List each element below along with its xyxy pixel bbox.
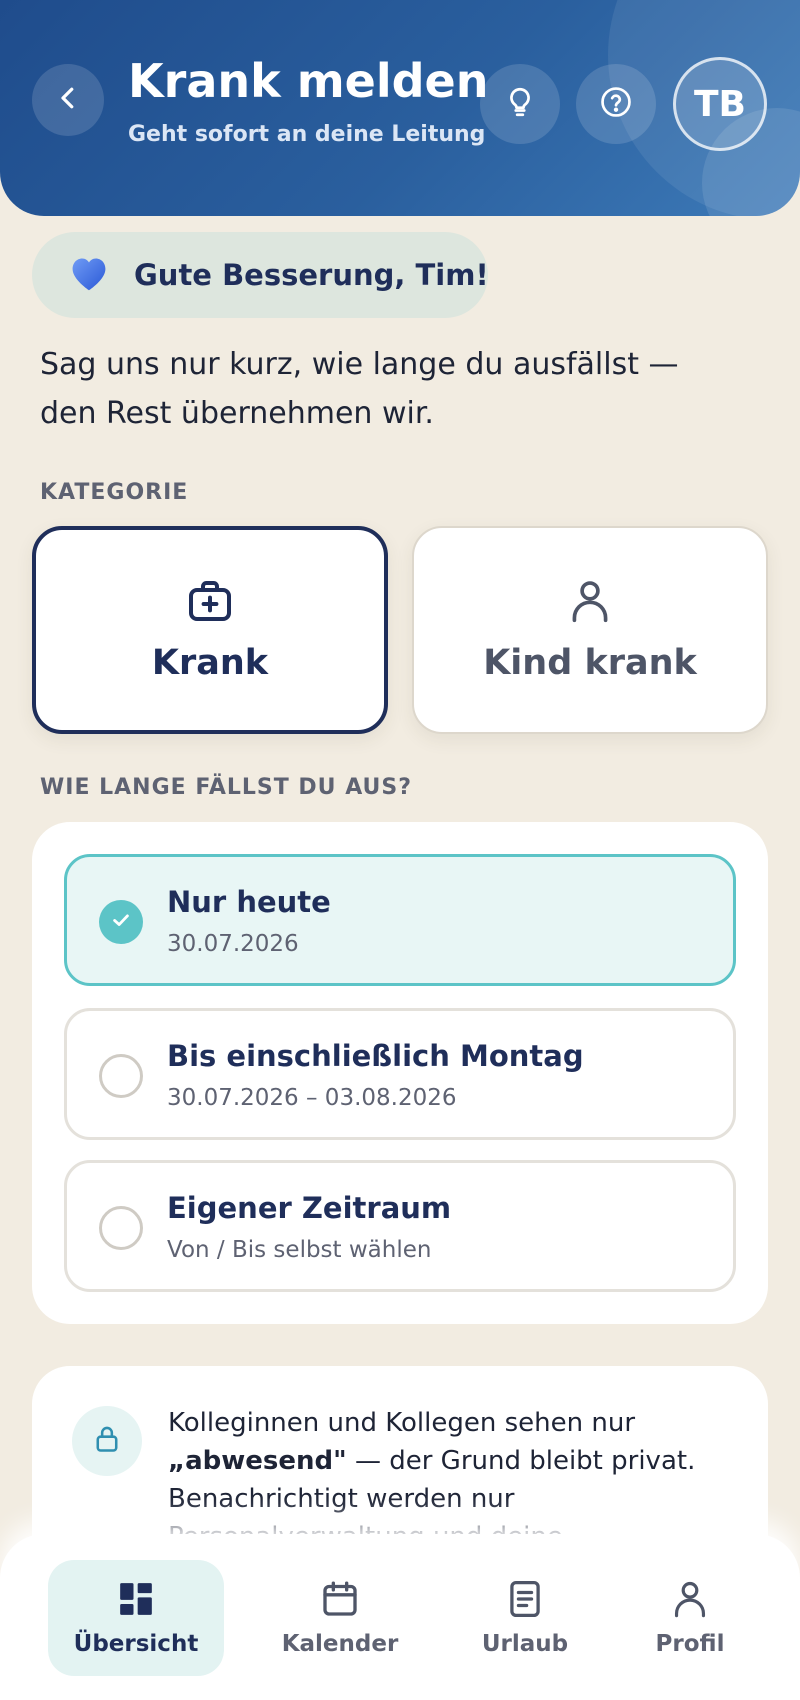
nav-item-profil[interactable]: Profil	[620, 1560, 760, 1676]
lock-badge	[72, 1406, 142, 1476]
lock-icon	[93, 1424, 121, 1458]
category-kind-krank-label: Kind krank	[483, 643, 697, 683]
document-icon	[507, 1579, 543, 1623]
duration-card: Nur heute 30.07.2026 Bis einschließlich …	[32, 822, 768, 1324]
duration-option-custom[interactable]: Eigener Zeitraum Von / Bis selbst wählen	[64, 1160, 736, 1292]
blue-heart-icon	[68, 254, 110, 296]
tips-button[interactable]	[480, 64, 560, 144]
back-button[interactable]	[32, 64, 104, 136]
duration-option-until-monday[interactable]: Bis einschließlich Montag 30.07.2026 – 0…	[64, 1008, 736, 1140]
medical-bag-icon	[186, 577, 234, 625]
user-icon	[671, 1579, 709, 1623]
privacy-text-part: Kolleginnen und Kollegen sehen nur	[168, 1408, 636, 1438]
option-title: Eigener Zeitraum	[167, 1191, 452, 1225]
bottom-navigation: Übersicht Kalender Urlaub Profil	[0, 1534, 800, 1700]
duration-label: WIE LANGE FÄLLST DU AUS?	[40, 775, 413, 800]
category-kind-krank-card[interactable]: Kind krank	[412, 526, 768, 734]
category-label: KATEGORIE	[40, 480, 189, 505]
help-button[interactable]	[576, 64, 656, 144]
option-title: Nur heute	[167, 885, 331, 919]
privacy-text-part: — der Grund bleibt privat.	[354, 1446, 696, 1476]
lightbulb-icon	[503, 85, 537, 123]
intro-text: Sag uns nur kurz, wie lange du ausfällst…	[40, 347, 679, 431]
radio-checked[interactable]	[99, 900, 143, 944]
chevron-left-icon	[53, 83, 83, 117]
category-krank-card[interactable]: Krank	[32, 526, 388, 734]
privacy-highlight: „abwesend"	[168, 1446, 347, 1476]
option-title: Bis einschließlich Montag	[167, 1039, 584, 1073]
option-date: 30.07.2026	[167, 931, 299, 957]
nav-item-urlaub[interactable]: Urlaub	[450, 1560, 600, 1676]
nav-item-kalender[interactable]: Kalender	[262, 1560, 418, 1676]
duration-option-today[interactable]: Nur heute 30.07.2026	[64, 854, 736, 986]
nav-label: Profil	[655, 1631, 725, 1657]
nav-label: Urlaub	[481, 1631, 569, 1657]
page-subtitle: Geht sofort an deine Leitung	[128, 122, 486, 147]
nav-label: Kalender	[281, 1631, 399, 1657]
help-circle-icon	[599, 85, 633, 123]
check-icon	[110, 909, 132, 935]
greeting-text: Gute Besserung, Tim!	[134, 258, 489, 292]
radio-unchecked[interactable]	[99, 1054, 143, 1098]
greeting-pill: Gute Besserung, Tim!	[32, 232, 489, 318]
avatar[interactable]: TB	[673, 57, 767, 151]
radio-unchecked[interactable]	[99, 1206, 143, 1250]
nav-item-uebersicht[interactable]: Übersicht	[48, 1560, 224, 1676]
nav-label: Übersicht	[73, 1631, 199, 1657]
option-date: Von / Bis selbst wählen	[167, 1237, 432, 1263]
option-date: 30.07.2026 – 03.08.2026	[167, 1085, 457, 1111]
dashboard-icon	[116, 1579, 156, 1623]
person-icon	[568, 577, 612, 625]
privacy-text-part: Benachrichtigt werden nur	[168, 1484, 515, 1514]
page-title: Krank melden	[128, 54, 489, 108]
header: Krank melden Geht sofort an deine Leitun…	[0, 0, 800, 216]
calendar-icon	[320, 1579, 360, 1623]
category-krank-label: Krank	[151, 643, 269, 683]
